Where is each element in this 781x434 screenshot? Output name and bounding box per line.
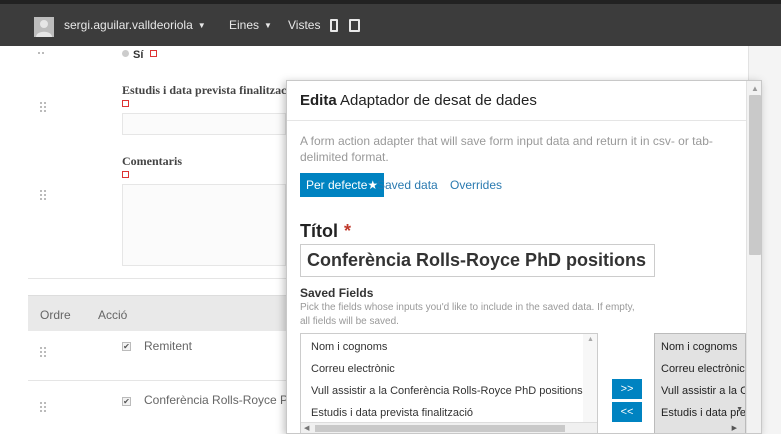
- divider: [28, 278, 286, 279]
- list-item[interactable]: Estudis i data prevista finalització: [311, 407, 473, 419]
- field-comments-label: Comentaris: [122, 154, 182, 168]
- col-order-header: Ordre: [40, 308, 71, 322]
- tab-default-label: Per defecte: [306, 178, 368, 192]
- list-vertical-scrollbar[interactable]: ▲: [583, 334, 597, 424]
- tab-overrides[interactable]: Overrides: [450, 173, 502, 197]
- add-field-button[interactable]: >>: [612, 379, 642, 399]
- saved-fields-label: Saved Fields: [300, 286, 374, 300]
- row-label: Conferència Rolls-Royce P: [144, 393, 289, 407]
- tab-saved-data[interactable]: Saved data: [377, 173, 438, 197]
- scroll-right-icon[interactable]: ▶: [732, 424, 737, 432]
- modal-description: A form action adapter that will save for…: [300, 134, 713, 164]
- drag-handle-icon[interactable]: [40, 347, 46, 359]
- col-action-header: Acció: [98, 308, 128, 322]
- scroll-up-icon[interactable]: ▲: [751, 84, 759, 93]
- title-input[interactable]: Conferència Rolls-Royce PhD positions: [300, 244, 655, 277]
- tablet-view-icon[interactable]: [349, 19, 360, 32]
- tab-default[interactable]: Per defecte★: [300, 173, 385, 197]
- required-icon: *: [344, 221, 352, 241]
- studies-input[interactable]: [122, 113, 286, 135]
- field-studies-label: Estudis i data prevista finalitzac: [122, 83, 287, 97]
- title-field-label: Títol *: [300, 221, 351, 242]
- caret-down-icon: ▼: [264, 21, 272, 30]
- divider: [28, 380, 286, 381]
- list-item[interactable]: Vull assistir a la C: [661, 385, 745, 397]
- modal-scrollbar[interactable]: ▲: [746, 81, 761, 433]
- required-marker-icon: [122, 100, 129, 107]
- tools-menu[interactable]: Eines ▼: [229, 18, 272, 32]
- user-icon: [36, 20, 52, 37]
- mobile-view-icon[interactable]: [330, 19, 338, 32]
- caret-down-icon: ▼: [197, 21, 206, 30]
- comments-textarea[interactable]: [122, 184, 286, 266]
- title-field-text: Títol: [300, 221, 338, 241]
- avatar[interactable]: [34, 17, 54, 37]
- modal-title-action: Edita: [300, 92, 337, 109]
- list-item[interactable]: Estudis i data pre: [661, 407, 745, 419]
- toolbar: sergi.aguilar.valldeoriola ▼ Eines ▼ Viste…: [0, 0, 781, 46]
- table-header: Ordre Acció: [28, 295, 286, 331]
- list-item[interactable]: Correu electrònic: [311, 363, 395, 375]
- available-fields-list[interactable]: Nom i cognoms Correu electrònic Vull ass…: [300, 333, 598, 433]
- remove-field-button[interactable]: <<: [612, 402, 642, 422]
- edit-modal: Edita Adaptador de desat de dades A form…: [286, 80, 762, 434]
- required-marker-icon: [122, 171, 129, 178]
- drag-handle-icon[interactable]: [38, 52, 44, 64]
- modal-title-name: Adaptador de desat de dades: [340, 92, 537, 109]
- modal-title: Edita Adaptador de desat de dades: [300, 92, 537, 109]
- list-horizontal-scrollbar[interactable]: ◀: [301, 422, 597, 433]
- list-item[interactable]: Correu electrònic: [661, 363, 745, 375]
- drag-handle-icon[interactable]: [40, 102, 46, 114]
- drag-handle-icon[interactable]: [40, 190, 46, 202]
- row-checkbox[interactable]: ✔: [122, 397, 131, 406]
- list-item[interactable]: Nom i cognoms: [311, 341, 387, 353]
- modal-header: Edita Adaptador de desat de dades: [287, 81, 761, 121]
- scroll-thumb[interactable]: [749, 95, 761, 255]
- views-label: Vistes: [288, 18, 321, 32]
- required-marker-icon: [150, 50, 157, 57]
- radio-label: Sí: [133, 49, 144, 61]
- row-label: Remitent: [144, 339, 193, 353]
- row-checkbox[interactable]: ✔: [122, 342, 131, 351]
- user-name: sergi.aguilar.valldeoriola: [64, 18, 193, 32]
- scroll-up-icon[interactable]: ▲: [587, 336, 594, 343]
- list-item[interactable]: Nom i cognoms: [661, 341, 737, 353]
- selected-fields-list[interactable]: Nom i cognoms Correu electrònic Vull ass…: [654, 333, 746, 433]
- drag-handle-icon[interactable]: [40, 402, 46, 414]
- saved-fields-help: Pick the fields whose inputs you'd like …: [300, 302, 635, 327]
- scroll-thumb[interactable]: [315, 425, 565, 432]
- tools-label: Eines: [229, 18, 260, 32]
- scroll-down-icon[interactable]: ▼: [736, 406, 743, 413]
- radio-button[interactable]: [122, 50, 129, 57]
- list-item[interactable]: Vull assistir a la Conferència Rolls-Roy…: [311, 385, 583, 397]
- scroll-left-icon[interactable]: ◀: [304, 424, 309, 432]
- user-menu[interactable]: sergi.aguilar.valldeoriola ▼: [64, 18, 206, 32]
